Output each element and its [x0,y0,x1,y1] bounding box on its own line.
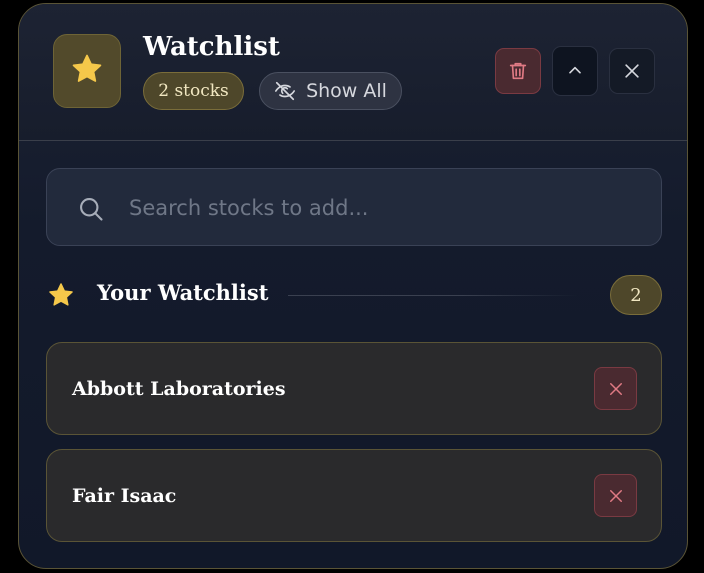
watchlist-header: Watchlist 2 stocks Show All [19,4,687,141]
watchlist-section-header: Your Watchlist 2 [46,274,662,316]
trash-icon [507,60,529,82]
eye-off-icon [274,80,296,102]
stock-name: Abbott Laboratories [72,377,286,400]
star-icon [70,52,104,91]
close-icon [607,380,625,398]
watchlist-item[interactable]: Abbott Laboratories [46,342,662,435]
watchlist-panel: Watchlist 2 stocks Show All Search stock… [18,3,688,569]
show-all-button[interactable]: Show All [259,72,402,110]
close-icon [622,61,642,81]
search-input[interactable] [127,169,651,247]
remove-stock-button[interactable] [594,367,637,410]
close-button[interactable] [609,48,655,94]
watchlist-count-badge: 2 [610,275,662,315]
close-icon [607,487,625,505]
collapse-button[interactable] [552,46,598,96]
clear-watchlist-button[interactable] [495,48,541,94]
search-icon [77,195,105,228]
star-icon [46,281,76,314]
watchlist-logo [53,34,121,108]
stock-count-badge: 2 stocks [143,72,244,110]
search-box[interactable] [46,168,662,247]
watchlist-item[interactable]: Fair Isaac [46,449,662,542]
show-all-label: Show All [306,80,387,102]
chevron-up-icon [565,61,585,81]
section-divider [288,295,578,296]
section-title: Your Watchlist [97,280,269,305]
page-title: Watchlist [143,32,280,62]
stock-name: Fair Isaac [72,484,177,507]
remove-stock-button[interactable] [594,474,637,517]
